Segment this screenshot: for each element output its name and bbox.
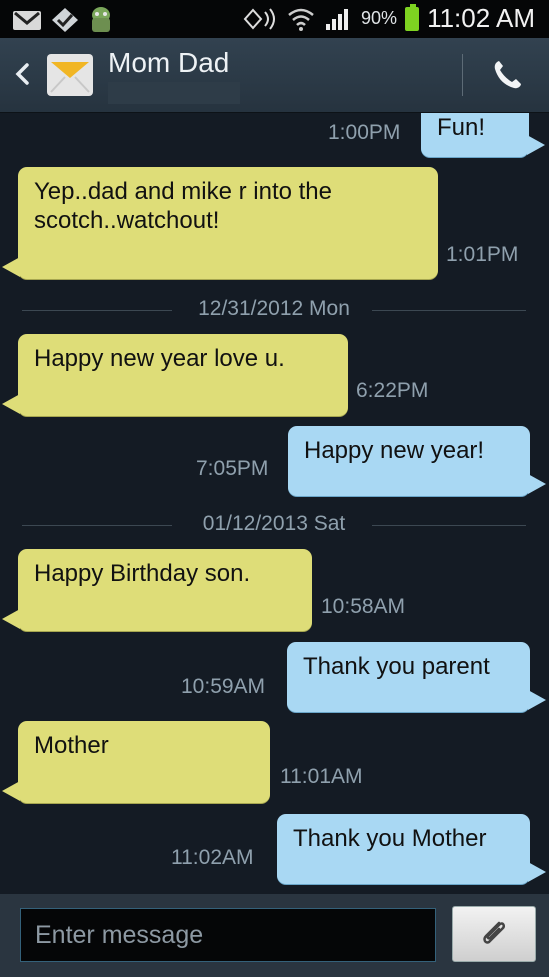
nfc-icon [243,7,276,30]
date-separator: 01/12/2013 Sat [22,512,526,538]
check-app-icon [52,8,78,32]
header-divider [462,54,463,96]
message-timestamp: 11:02AM [171,846,254,869]
notification-icons [12,5,114,35]
date-separator: 12/31/2012 Mon [22,297,526,323]
message-timestamp: 1:00PM [328,121,401,144]
bubble-tail [2,609,20,629]
message-timestamp: 6:22PM [356,379,429,402]
paperclip-icon [483,921,506,944]
envelope-icon[interactable] [46,52,94,98]
incoming-message-bubble[interactable]: Happy new year love u. [18,334,348,416]
system-status: 90% 11:02 AM [241,3,535,34]
message-timestamp: 10:59AM [181,675,266,698]
contact-name: Mom Dad [108,47,230,78]
contact-number-redacted [108,82,240,104]
incoming-message-bubble[interactable]: Happy Birthday son. [18,549,312,631]
message-timestamp: 7:05PM [196,457,269,480]
attach-button[interactable] [452,906,536,962]
gmail-icon [13,11,41,30]
bubble-tail [2,781,20,801]
message-input[interactable]: Enter message [20,908,436,962]
status-bar: 90% 11:02 AM [0,0,549,38]
bubble-tail [2,394,20,414]
message-timestamp: 10:58AM [321,595,406,618]
incoming-message-bubble[interactable]: Mother [18,721,270,803]
message-timestamp: 11:01AM [280,765,363,788]
outgoing-message-bubble[interactable]: Fun! [421,113,529,157]
signal-icon [326,8,349,30]
bubble-tail [2,257,20,277]
outgoing-message-bubble[interactable]: Thank you parent [287,642,530,712]
phone-icon[interactable] [490,58,524,92]
bubble-tail [528,862,546,882]
battery-icon [405,3,420,31]
date-label: 12/31/2012 Mon [198,297,350,320]
chevron-left-icon[interactable] [10,58,34,90]
battery-percent: 90% [361,8,398,28]
date-label: 01/12/2013 Sat [202,512,346,535]
message-timestamp: 1:01PM [446,243,519,266]
android-icon [92,7,110,32]
outgoing-message-bubble[interactable]: Happy new year! [288,426,530,496]
bubble-tail [527,135,545,155]
outgoing-message-bubble[interactable]: Thank you Mother [277,814,530,884]
conversation-header: Mom Dad [0,38,549,113]
bubble-tail [528,474,546,494]
incoming-message-bubble[interactable]: Yep..dad and mike r into the scotch..wat… [18,167,438,279]
clock: 11:02 AM [427,3,535,33]
bubble-tail [528,690,546,710]
composer-bar: Enter message [0,894,549,977]
message-list[interactable]: Fun! 1:00PM Yep..dad and mike r into the s… [0,113,549,893]
wifi-icon [288,8,314,31]
